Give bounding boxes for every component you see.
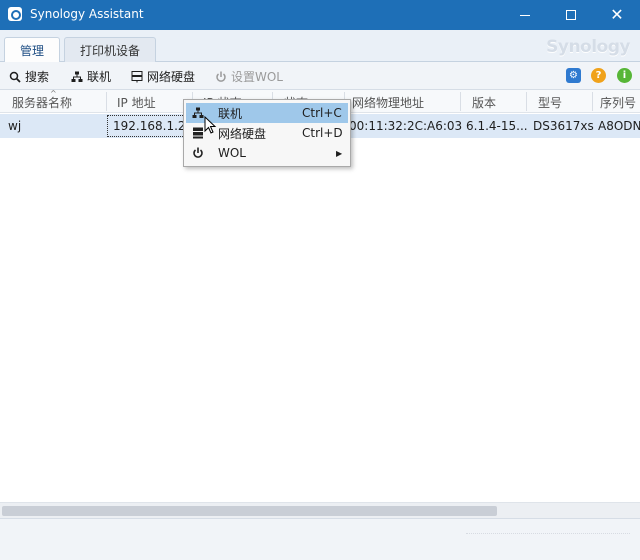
horizontal-scrollbar[interactable] bbox=[0, 502, 640, 518]
synology-logo: Synology bbox=[546, 37, 630, 57]
column-divider[interactable] bbox=[526, 92, 527, 111]
close-button[interactable]: ✕ bbox=[594, 0, 640, 30]
app-icon bbox=[8, 7, 22, 21]
map-drive-label: 网络硬盘 bbox=[147, 70, 196, 84]
minimize-button[interactable] bbox=[502, 0, 548, 30]
status-divider bbox=[466, 533, 630, 539]
column-server-name[interactable]: 服务器名称 bbox=[12, 94, 72, 111]
tab-strip: 管理 打印机设备 Synology bbox=[0, 30, 640, 63]
maximize-icon bbox=[566, 10, 576, 20]
toolbar: 搜索 联机 网络硬盘 设置WOL ⚙ ? i bbox=[0, 62, 640, 90]
menu-item-label: 网络硬盘 bbox=[218, 126, 267, 141]
column-ip[interactable]: IP 地址 bbox=[117, 94, 156, 111]
column-divider[interactable] bbox=[592, 92, 593, 111]
minimize-icon bbox=[520, 14, 530, 16]
column-mac[interactable]: 网络物理地址 bbox=[352, 94, 424, 111]
map-drive-button[interactable]: 网络硬盘 bbox=[130, 68, 195, 85]
drive-icon bbox=[192, 127, 204, 139]
menu-item-label: 联机 bbox=[218, 106, 243, 121]
cell-version: 6.1.4-15... bbox=[466, 119, 528, 133]
menu-item-wol[interactable]: WOL ▶ bbox=[186, 143, 348, 163]
cell-server-name: wj bbox=[8, 119, 22, 133]
power-icon bbox=[192, 147, 204, 159]
search-label: 搜索 bbox=[25, 70, 50, 84]
window-title: Synology Assistant bbox=[30, 7, 144, 21]
cell-mac: 00:11:32:2C:A6:03 bbox=[349, 119, 463, 133]
tab-printers[interactable]: 打印机设备 bbox=[64, 37, 156, 62]
network-icon bbox=[192, 107, 204, 119]
cell-ip: 192.168.1.23 bbox=[113, 119, 194, 133]
connect-label: 联机 bbox=[87, 70, 112, 84]
column-divider[interactable] bbox=[460, 92, 461, 111]
close-icon: ✕ bbox=[610, 5, 624, 24]
sort-asc-icon: ^ bbox=[50, 89, 57, 98]
status-bar bbox=[0, 518, 640, 560]
column-model[interactable]: 型号 bbox=[538, 94, 562, 111]
info-icon[interactable]: i bbox=[617, 68, 632, 83]
title-bar: Synology Assistant ✕ bbox=[0, 0, 640, 30]
set-wol-label: 设置WOL bbox=[231, 70, 283, 84]
connect-button[interactable]: 联机 bbox=[70, 68, 111, 85]
submenu-arrow-icon: ▶ bbox=[336, 148, 343, 158]
cell-model: DS3617xs bbox=[533, 119, 594, 133]
power-icon bbox=[214, 70, 227, 83]
set-wol-button[interactable]: 设置WOL bbox=[214, 68, 283, 85]
maximize-button[interactable] bbox=[548, 0, 594, 30]
column-version[interactable]: 版本 bbox=[472, 94, 496, 111]
menu-item-shortcut: Ctrl+D bbox=[302, 126, 343, 140]
mouse-cursor-icon bbox=[204, 116, 217, 134]
menu-item-label: WOL bbox=[218, 146, 246, 160]
gear-icon[interactable]: ⚙ bbox=[566, 68, 581, 83]
drive-icon bbox=[130, 70, 143, 83]
cell-serial: A8ODN bbox=[598, 119, 640, 133]
search-icon bbox=[8, 70, 21, 83]
column-divider[interactable] bbox=[106, 92, 107, 111]
scrollbar-thumb[interactable] bbox=[2, 506, 497, 516]
menu-item-shortcut: Ctrl+C bbox=[302, 106, 342, 120]
search-button[interactable]: 搜索 bbox=[8, 68, 49, 85]
network-icon bbox=[70, 70, 83, 83]
help-icon[interactable]: ? bbox=[591, 68, 606, 83]
column-serial[interactable]: 序列号 bbox=[600, 94, 636, 111]
tab-manage[interactable]: 管理 bbox=[4, 37, 60, 63]
